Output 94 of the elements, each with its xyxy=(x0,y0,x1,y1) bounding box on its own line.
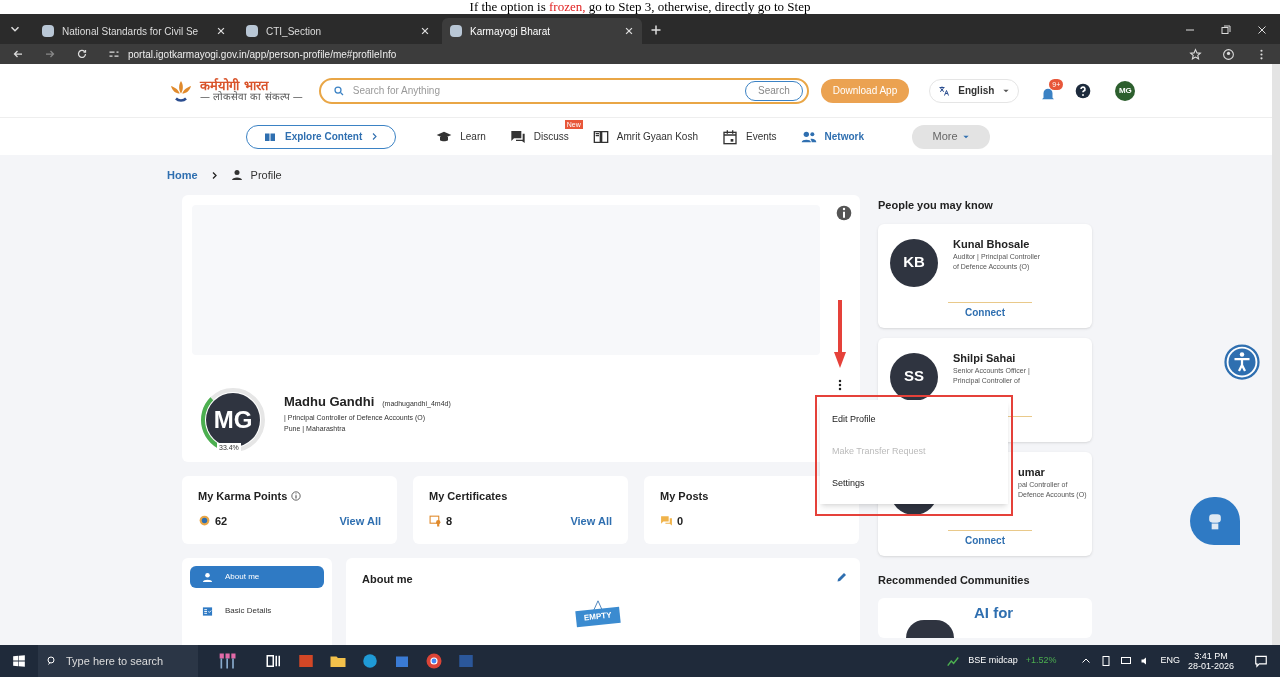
new-tab-icon[interactable] xyxy=(650,24,662,36)
view-all-link[interactable]: View All xyxy=(339,512,381,529)
sidebar-item[interactable]: About me xyxy=(190,566,324,588)
person-name: Kunal Bhosale xyxy=(953,236,1031,252)
certificate-icon xyxy=(429,514,442,528)
chevron-icon xyxy=(370,132,380,141)
nav-link[interactable]: Discuss xyxy=(509,128,569,145)
close-icon[interactable] xyxy=(420,26,430,36)
tab-title: Karmayogi Bharat xyxy=(470,24,552,39)
coin-icon xyxy=(198,514,211,528)
calendar-icon xyxy=(722,128,738,145)
taskbar-search-field[interactable]: Type here to search xyxy=(66,652,190,670)
chrome-icon[interactable] xyxy=(425,652,443,670)
forward-icon[interactable] xyxy=(44,48,56,60)
profile-icon[interactable] xyxy=(1222,47,1235,61)
favicon-icon xyxy=(246,25,258,37)
stat-value: 0 xyxy=(677,513,684,529)
ticker-change: +1.52% xyxy=(1025,654,1057,668)
pencil-icon[interactable] xyxy=(836,571,848,583)
url-text[interactable]: portal.igotkarmayogi.gov.in/app/person-profile/me#profileInfo xyxy=(128,46,397,62)
close-icon[interactable] xyxy=(624,26,634,36)
help-icon[interactable] xyxy=(1075,82,1092,99)
chat-icon xyxy=(660,514,673,528)
translate-icon xyxy=(938,84,951,97)
community-title: AI for xyxy=(974,604,1014,622)
tab-title: CTI_Section xyxy=(266,24,323,39)
logo-tagline: — लोकसेवा का संकल्प — xyxy=(200,92,303,102)
avatar: SS xyxy=(890,352,938,401)
browser-tab[interactable]: National Standards for Civil Se xyxy=(34,18,234,44)
tablet-icon[interactable] xyxy=(1100,655,1113,667)
restore-icon[interactable] xyxy=(1220,24,1232,36)
section-title: People you may know xyxy=(878,198,994,213)
task-view-icon[interactable] xyxy=(265,652,283,670)
profile-name: Madhu Gandhi xyxy=(284,393,375,411)
breadcrumb-current: Profile xyxy=(250,167,282,183)
menu-item: Make Transfer Request xyxy=(820,445,1008,459)
chatbot-button[interactable] xyxy=(1190,497,1240,545)
ticker-name: BSE midcap xyxy=(968,654,1018,668)
sidebar-item[interactable]: Basic Details xyxy=(190,600,324,622)
person-icon xyxy=(202,571,213,583)
info-icon[interactable] xyxy=(291,491,302,502)
browser-tab[interactable]: Karmayogi Bharat xyxy=(442,18,642,44)
site-settings-icon[interactable] xyxy=(108,48,120,60)
browser-tab[interactable]: CTI_Section xyxy=(238,18,438,44)
clock[interactable]: 3:41 PM 28-01-2026 xyxy=(1187,651,1234,671)
person-name: Shilpi Sahai xyxy=(953,350,1017,366)
menu-item[interactable]: Edit Profile xyxy=(820,413,1008,427)
breadcrumb-link[interactable]: Home xyxy=(167,166,198,184)
person-name: umar xyxy=(1018,464,1046,480)
reload-icon[interactable] xyxy=(76,48,88,60)
stat-title: My Posts xyxy=(660,489,709,504)
favicon-icon xyxy=(42,25,54,37)
nav-link[interactable]: Amrit Gyaan Kosh xyxy=(592,128,698,145)
nav-link[interactable]: Network xyxy=(800,128,864,145)
annotation-arrow xyxy=(834,300,846,368)
avatar[interactable]: MG xyxy=(1115,80,1136,101)
community-avatar xyxy=(906,620,954,638)
favicon-icon xyxy=(450,25,462,37)
windows-start-icon[interactable] xyxy=(12,654,26,668)
accessibility-icon[interactable] xyxy=(1224,344,1260,380)
search-icon xyxy=(332,84,345,97)
close-icon[interactable] xyxy=(1256,24,1268,36)
empty-sign: EMPTY xyxy=(575,606,621,628)
person-icon xyxy=(230,169,243,181)
list-icon xyxy=(202,605,213,617)
more-dropdown[interactable]: More xyxy=(912,124,990,149)
document-caption: If the option is frozen, go to Step 3, otherwise, directly go to Step xyxy=(468,0,812,14)
section-title: Recommended Communities xyxy=(878,572,1031,588)
stat-value: 62 xyxy=(215,513,228,529)
close-icon[interactable] xyxy=(216,26,226,36)
connect-link[interactable]: Connect xyxy=(878,304,1092,320)
stat-title: My Karma Points xyxy=(198,489,288,504)
logo-text[interactable]: कर्मयोगी भारत xyxy=(200,79,303,92)
chart-icon xyxy=(946,654,961,668)
tab-title: National Standards for Civil Se xyxy=(62,24,200,39)
connect-link[interactable]: Connect xyxy=(878,532,1092,548)
taskbar-search-box[interactable]: Type here to search xyxy=(38,645,198,677)
back-icon[interactable] xyxy=(12,48,24,60)
menu-item[interactable]: Settings xyxy=(820,477,1008,491)
star-icon[interactable] xyxy=(1189,47,1202,61)
nav-link[interactable]: Learn xyxy=(436,128,486,145)
section-title: About me xyxy=(362,572,413,587)
nav-link[interactable]: Events xyxy=(722,128,777,145)
chat-icon xyxy=(509,128,526,145)
notifications-icon[interactable] xyxy=(1254,654,1268,668)
input-language[interactable]: ENG xyxy=(1160,654,1180,668)
book-icon xyxy=(592,128,609,145)
stat-value: 8 xyxy=(446,513,453,529)
search-icon xyxy=(46,655,58,667)
avatar: KB xyxy=(890,238,938,287)
stat-title: My Certificates xyxy=(429,489,508,504)
search-field[interactable]: Search for Anything Search xyxy=(318,77,809,104)
info-icon[interactable] xyxy=(836,205,852,221)
view-all-link[interactable]: View All xyxy=(570,512,612,529)
